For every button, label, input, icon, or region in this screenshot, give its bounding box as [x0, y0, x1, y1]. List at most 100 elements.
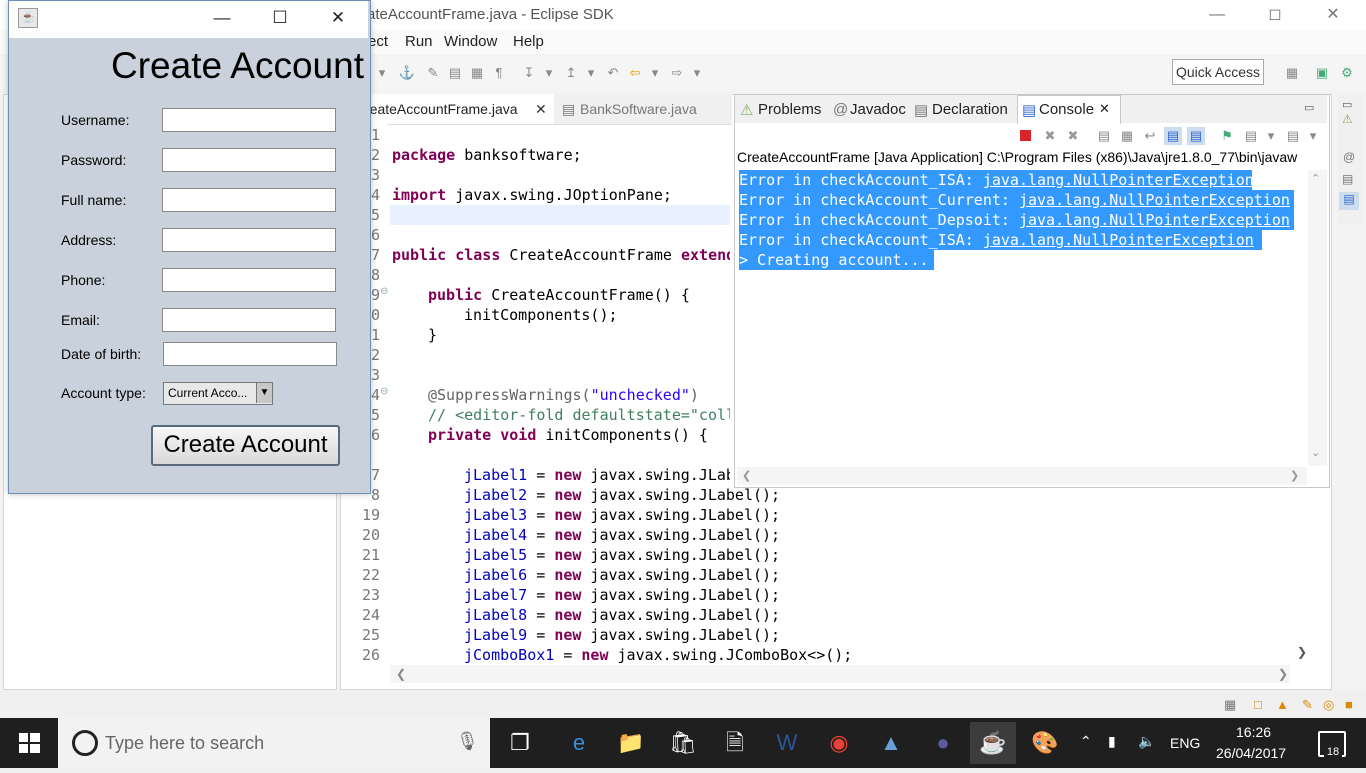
- date-of-birth-field[interactable]: [163, 342, 337, 366]
- phone-field[interactable]: [162, 268, 336, 292]
- java-app-icon[interactable]: ☕: [970, 722, 1016, 764]
- menu-window[interactable]: Window: [444, 33, 497, 50]
- close-tab-icon[interactable]: ✕: [535, 101, 547, 118]
- exception-link[interactable]: java.lang.NullPointerException: [983, 231, 1254, 249]
- back-arrow-icon[interactable]: ⇦: [626, 64, 644, 82]
- password-field[interactable]: [162, 148, 336, 172]
- edge-icon[interactable]: e: [556, 722, 602, 764]
- fold-icon[interactable]: ⊖: [380, 386, 388, 397]
- paragraph-icon[interactable]: ¶: [490, 64, 508, 82]
- display-console-icon[interactable]: ▤: [1242, 127, 1260, 145]
- exception-link[interactable]: java.lang.NullPointerException: [1019, 191, 1290, 209]
- status-icon[interactable]: ◎: [1323, 697, 1334, 713]
- format-icon[interactable]: ▤: [446, 64, 464, 82]
- prev-annotation-icon[interactable]: ↥: [562, 64, 580, 82]
- scroll-right-icon[interactable]: ❯: [1290, 469, 1299, 482]
- paint-icon[interactable]: 🎨: [1022, 722, 1068, 764]
- show-on-stderr-icon[interactable]: ▤: [1187, 127, 1205, 145]
- maximize-icon[interactable]: ☐: [251, 3, 309, 33]
- restore-icon[interactable]: ▭: [1342, 98, 1352, 111]
- battery-icon[interactable]: ▮: [1108, 733, 1116, 750]
- store-icon[interactable]: 🛍: [660, 722, 706, 764]
- scroll-lock-icon[interactable]: ▦: [1118, 127, 1136, 145]
- menu-project[interactable]: ect: [368, 33, 388, 50]
- menu-help[interactable]: Help: [513, 33, 544, 50]
- quick-access-input[interactable]: Quick Access: [1172, 59, 1264, 85]
- pencil-icon[interactable]: ✎: [424, 64, 442, 82]
- terminate-icon[interactable]: [1020, 130, 1031, 141]
- minimize-view-icon[interactable]: ▭: [1304, 101, 1314, 114]
- status-icon[interactable]: ▲: [1276, 697, 1289, 712]
- status-icon[interactable]: ▦: [1224, 697, 1236, 713]
- next-annotation-icon[interactable]: ↧: [520, 64, 538, 82]
- status-icon[interactable]: ✎: [1302, 697, 1313, 713]
- tab-declaration[interactable]: Declaration: [932, 101, 1008, 118]
- chevron-up-icon[interactable]: ⌃: [1080, 733, 1092, 750]
- volume-muted-icon[interactable]: 🔈: [1138, 733, 1155, 750]
- scroll-left-icon[interactable]: ❮: [396, 667, 406, 681]
- pin-icon[interactable]: ⚓: [398, 64, 416, 82]
- username-field[interactable]: [162, 108, 336, 132]
- scroll-left-icon[interactable]: ❮: [742, 469, 751, 482]
- document-icon[interactable]: 🗎: [712, 722, 758, 764]
- status-icon[interactable]: □: [1254, 697, 1262, 712]
- open-console-icon[interactable]: ▤: [1284, 127, 1302, 145]
- create-account-button[interactable]: Create Account: [151, 425, 340, 466]
- full-name-field[interactable]: [162, 188, 336, 212]
- eclipse-icon[interactable]: ●: [920, 722, 966, 764]
- tab-problems[interactable]: Problems: [758, 101, 821, 118]
- chevron-down-icon[interactable]: ▾: [582, 64, 600, 82]
- start-button[interactable]: [0, 718, 58, 768]
- chevron-down-icon[interactable]: ▾: [646, 64, 664, 82]
- minimize-icon[interactable]: —: [193, 3, 251, 33]
- close-icon[interactable]: ✕: [1304, 0, 1362, 30]
- task-view-icon[interactable]: ❐: [497, 722, 543, 764]
- editor-horizontal-scrollbar[interactable]: [390, 665, 1290, 683]
- console-icon[interactable]: ▤: [1339, 192, 1359, 210]
- word-icon[interactable]: W: [764, 722, 810, 764]
- minimize-icon[interactable]: —: [1188, 0, 1246, 30]
- remove-launch-icon[interactable]: ✖: [1041, 127, 1059, 145]
- exception-link[interactable]: java.lang.NullPointerException: [1019, 211, 1290, 229]
- chevron-down-icon[interactable]: ▾: [1304, 127, 1322, 145]
- remove-all-icon[interactable]: ✖: [1064, 127, 1082, 145]
- block-icon[interactable]: ▦: [468, 64, 486, 82]
- close-tab-icon[interactable]: ✕: [1099, 101, 1110, 117]
- clear-console-icon[interactable]: ▤: [1095, 127, 1113, 145]
- exception-link[interactable]: java.lang.NullPointerException: [983, 171, 1254, 189]
- network-app-icon[interactable]: ▲: [868, 722, 914, 764]
- file-explorer-icon[interactable]: 📁: [608, 722, 654, 764]
- javadoc-icon[interactable]: @: [1343, 150, 1355, 164]
- console-vertical-scrollbar[interactable]: [1308, 170, 1327, 466]
- forward-arrow-icon[interactable]: ⇨: [668, 64, 686, 82]
- close-icon[interactable]: ✕: [309, 3, 367, 33]
- debug-perspective-icon[interactable]: ⚙: [1338, 64, 1356, 82]
- dropdown-icon[interactable]: ▾: [373, 64, 391, 82]
- problems-icon[interactable]: ⚠: [1342, 112, 1353, 126]
- show-on-stdout-icon[interactable]: ▤: [1164, 127, 1182, 145]
- maximize-icon[interactable]: ◻: [1246, 0, 1304, 30]
- language-indicator[interactable]: ENG: [1170, 735, 1200, 751]
- chevron-down-icon[interactable]: ▾: [1262, 127, 1280, 145]
- chevron-down-icon[interactable]: ▼: [256, 383, 272, 403]
- scroll-down-icon[interactable]: ⌄: [1311, 446, 1320, 459]
- pin-console-icon[interactable]: ⚑: [1218, 127, 1236, 145]
- scroll-down-icon[interactable]: ❯: [1297, 645, 1307, 659]
- chrome-icon[interactable]: ◉: [816, 722, 862, 764]
- scroll-up-icon[interactable]: ⌃: [1311, 172, 1320, 185]
- status-icon[interactable]: ■: [1345, 697, 1353, 712]
- scroll-right-icon[interactable]: ❯: [1278, 667, 1288, 681]
- tab-bank-software[interactable]: BankSoftware.java: [580, 101, 697, 117]
- last-edit-icon[interactable]: ↶: [604, 64, 622, 82]
- menu-run[interactable]: Run: [405, 33, 433, 50]
- tab-create-account-frame[interactable]: reateAccountFrame.java: [365, 101, 518, 117]
- clock-date[interactable]: 26/04/2017: [1216, 745, 1286, 761]
- chevron-down-icon[interactable]: ▾: [540, 64, 558, 82]
- word-wrap-icon[interactable]: ↩: [1141, 127, 1159, 145]
- open-perspective-icon[interactable]: ▦: [1283, 64, 1301, 82]
- declaration-icon[interactable]: ▤: [1342, 172, 1353, 186]
- address-field[interactable]: [162, 228, 336, 252]
- tab-javadoc[interactable]: Javadoc: [850, 101, 906, 118]
- java-perspective-icon[interactable]: ▣: [1313, 64, 1331, 82]
- microphone-icon[interactable]: 🎙: [456, 731, 479, 752]
